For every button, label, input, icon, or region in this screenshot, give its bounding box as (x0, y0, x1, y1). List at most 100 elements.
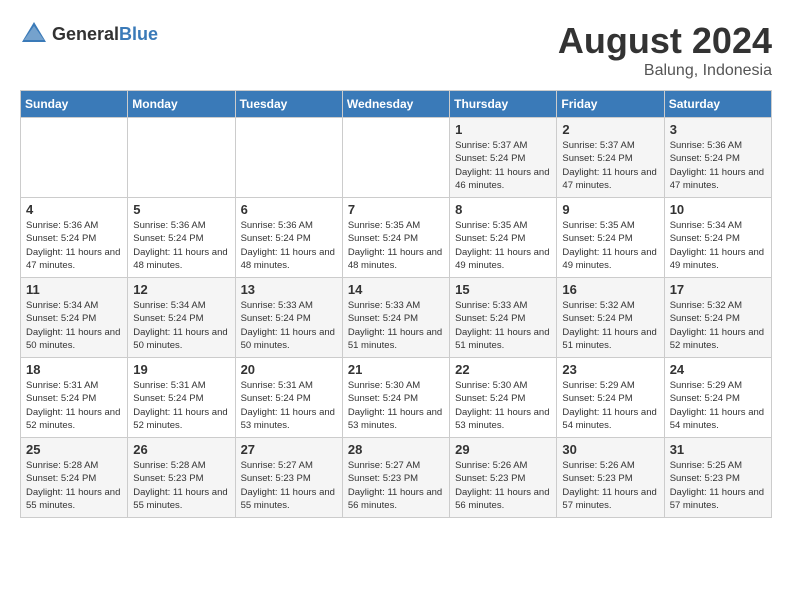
calendar-table: SundayMondayTuesdayWednesdayThursdayFrid… (20, 90, 772, 518)
weekday-header-thursday: Thursday (450, 91, 557, 118)
calendar-cell: 31 Sunrise: 5:25 AM Sunset: 5:23 PM Dayli… (664, 438, 771, 518)
logo: GeneralBlue (20, 20, 158, 48)
day-info: Sunrise: 5:29 AM Sunset: 5:24 PM Dayligh… (670, 379, 766, 432)
location: Balung, Indonesia (558, 62, 772, 80)
day-number: 4 (26, 202, 122, 217)
day-info: Sunrise: 5:36 AM Sunset: 5:24 PM Dayligh… (133, 219, 229, 272)
calendar-cell: 16 Sunrise: 5:32 AM Sunset: 5:24 PM Dayli… (557, 278, 664, 358)
calendar-cell: 23Sunrise: 5:29 AM Sunset: 5:24 PM Dayli… (557, 358, 664, 438)
day-number: 29 (455, 442, 551, 457)
calendar-cell (21, 118, 128, 198)
calendar-cell: 1 Sunrise: 5:37 AM Sunset: 5:24 PM Daylig… (450, 118, 557, 198)
day-info: Sunrise: 5:34 AM Sunset: 5:24 PM Dayligh… (133, 299, 229, 352)
day-number: 5 (133, 202, 229, 217)
day-number: 28 (348, 442, 444, 457)
day-info: Sunrise: 5:27 AM Sunset: 5:23 PM Dayligh… (241, 459, 337, 512)
day-number: 15 (455, 282, 551, 297)
day-number: 17 (670, 282, 766, 297)
calendar-cell: 26 Sunrise: 5:28 AM Sunset: 5:23 PM Dayli… (128, 438, 235, 518)
calendar-cell: 21 Sunrise: 5:30 AM Sunset: 5:24 PM Dayli… (342, 358, 449, 438)
day-number: 18 (26, 362, 122, 377)
day-number: 12 (133, 282, 229, 297)
day-number: 8 (455, 202, 551, 217)
day-info: Sunrise: 5:34 AM Sunset: 5:24 PM Dayligh… (26, 299, 122, 352)
day-info: Sunrise: 5:36 AM Sunset: 5:24 PM Dayligh… (241, 219, 337, 272)
page-header: GeneralBlue August 2024 Balung, Indonesi… (20, 20, 772, 80)
calendar-cell: 19Sunrise: 5:31 AM Sunset: 5:24 PM Dayli… (128, 358, 235, 438)
calendar-cell: 22Sunrise: 5:30 AM Sunset: 5:24 PM Dayli… (450, 358, 557, 438)
calendar-cell (128, 118, 235, 198)
calendar-cell: 13 Sunrise: 5:33 AM Sunset: 5:24 PM Dayli… (235, 278, 342, 358)
day-info: Sunrise: 5:30 AM Sunset: 5:24 PM Dayligh… (348, 379, 444, 432)
day-number: 3 (670, 122, 766, 137)
month-year: August 2024 (558, 20, 772, 62)
calendar-cell: 17 Sunrise: 5:32 AM Sunset: 5:24 PM Dayli… (664, 278, 771, 358)
calendar-cell: 10 Sunrise: 5:34 AM Sunset: 5:24 PM Dayli… (664, 198, 771, 278)
calendar-cell: 8 Sunrise: 5:35 AM Sunset: 5:24 PM Daylig… (450, 198, 557, 278)
day-number: 23 (562, 362, 658, 377)
week-row-3: 11 Sunrise: 5:34 AM Sunset: 5:24 PM Dayli… (21, 278, 772, 358)
day-info: Sunrise: 5:33 AM Sunset: 5:24 PM Dayligh… (348, 299, 444, 352)
day-number: 6 (241, 202, 337, 217)
day-number: 1 (455, 122, 551, 137)
day-number: 27 (241, 442, 337, 457)
day-info: Sunrise: 5:33 AM Sunset: 5:24 PM Dayligh… (241, 299, 337, 352)
day-info: Sunrise: 5:34 AM Sunset: 5:24 PM Dayligh… (670, 219, 766, 272)
day-number: 9 (562, 202, 658, 217)
calendar-cell: 7Sunrise: 5:35 AM Sunset: 5:24 PM Daylig… (342, 198, 449, 278)
day-number: 13 (241, 282, 337, 297)
week-row-4: 18 Sunrise: 5:31 AM Sunset: 5:24 PM Dayli… (21, 358, 772, 438)
calendar-cell: 2 Sunrise: 5:37 AM Sunset: 5:24 PM Daylig… (557, 118, 664, 198)
title-block: August 2024 Balung, Indonesia (558, 20, 772, 80)
day-number: 22 (455, 362, 551, 377)
day-info: Sunrise: 5:28 AM Sunset: 5:23 PM Dayligh… (133, 459, 229, 512)
calendar-cell: 6 Sunrise: 5:36 AM Sunset: 5:24 PM Daylig… (235, 198, 342, 278)
day-info: Sunrise: 5:26 AM Sunset: 5:23 PM Dayligh… (562, 459, 658, 512)
calendar-cell: 30 Sunrise: 5:26 AM Sunset: 5:23 PM Dayli… (557, 438, 664, 518)
day-info: Sunrise: 5:32 AM Sunset: 5:24 PM Dayligh… (562, 299, 658, 352)
day-info: Sunrise: 5:28 AM Sunset: 5:24 PM Dayligh… (26, 459, 122, 512)
calendar-cell: 18 Sunrise: 5:31 AM Sunset: 5:24 PM Dayli… (21, 358, 128, 438)
calendar-cell: 27 Sunrise: 5:27 AM Sunset: 5:23 PM Dayli… (235, 438, 342, 518)
day-info: Sunrise: 5:37 AM Sunset: 5:24 PM Dayligh… (455, 139, 551, 192)
logo-general: General (52, 24, 119, 44)
calendar-cell: 4Sunrise: 5:36 AM Sunset: 5:24 PM Daylig… (21, 198, 128, 278)
week-row-1: 1 Sunrise: 5:37 AM Sunset: 5:24 PM Daylig… (21, 118, 772, 198)
calendar-cell: 5 Sunrise: 5:36 AM Sunset: 5:24 PM Daylig… (128, 198, 235, 278)
day-number: 25 (26, 442, 122, 457)
logo-icon (20, 20, 48, 48)
calendar-cell (235, 118, 342, 198)
day-info: Sunrise: 5:31 AM Sunset: 5:24 PM Dayligh… (241, 379, 337, 432)
day-info: Sunrise: 5:36 AM Sunset: 5:24 PM Dayligh… (670, 139, 766, 192)
day-number: 21 (348, 362, 444, 377)
day-number: 19 (133, 362, 229, 377)
weekday-header-monday: Monday (128, 91, 235, 118)
weekday-header-tuesday: Tuesday (235, 91, 342, 118)
day-info: Sunrise: 5:32 AM Sunset: 5:24 PM Dayligh… (670, 299, 766, 352)
day-info: Sunrise: 5:31 AM Sunset: 5:24 PM Dayligh… (26, 379, 122, 432)
week-row-2: 4 Sunrise: 5:36 AM Sunset: 5:24 PM Daylig… (21, 198, 772, 278)
calendar-cell: 29Sunrise: 5:26 AM Sunset: 5:23 PM Dayli… (450, 438, 557, 518)
calendar-cell: 11 Sunrise: 5:34 AM Sunset: 5:24 PM Dayli… (21, 278, 128, 358)
calendar-cell: 15 Sunrise: 5:33 AM Sunset: 5:24 PM Dayli… (450, 278, 557, 358)
day-info: Sunrise: 5:35 AM Sunset: 5:24 PM Dayligh… (455, 219, 551, 272)
day-number: 2 (562, 122, 658, 137)
day-info: Sunrise: 5:25 AM Sunset: 5:23 PM Dayligh… (670, 459, 766, 512)
day-number: 30 (562, 442, 658, 457)
day-info: Sunrise: 5:33 AM Sunset: 5:24 PM Dayligh… (455, 299, 551, 352)
day-number: 11 (26, 282, 122, 297)
day-number: 7 (348, 202, 444, 217)
calendar-cell: 28Sunrise: 5:27 AM Sunset: 5:23 PM Dayli… (342, 438, 449, 518)
day-number: 24 (670, 362, 766, 377)
calendar-cell: 9 Sunrise: 5:35 AM Sunset: 5:24 PM Daylig… (557, 198, 664, 278)
weekday-header-saturday: Saturday (664, 91, 771, 118)
day-number: 31 (670, 442, 766, 457)
day-info: Sunrise: 5:37 AM Sunset: 5:24 PM Dayligh… (562, 139, 658, 192)
logo-blue: Blue (119, 24, 158, 44)
day-info: Sunrise: 5:35 AM Sunset: 5:24 PM Dayligh… (562, 219, 658, 272)
day-number: 26 (133, 442, 229, 457)
day-number: 10 (670, 202, 766, 217)
day-number: 16 (562, 282, 658, 297)
calendar-cell: 20 Sunrise: 5:31 AM Sunset: 5:24 PM Dayli… (235, 358, 342, 438)
day-number: 20 (241, 362, 337, 377)
